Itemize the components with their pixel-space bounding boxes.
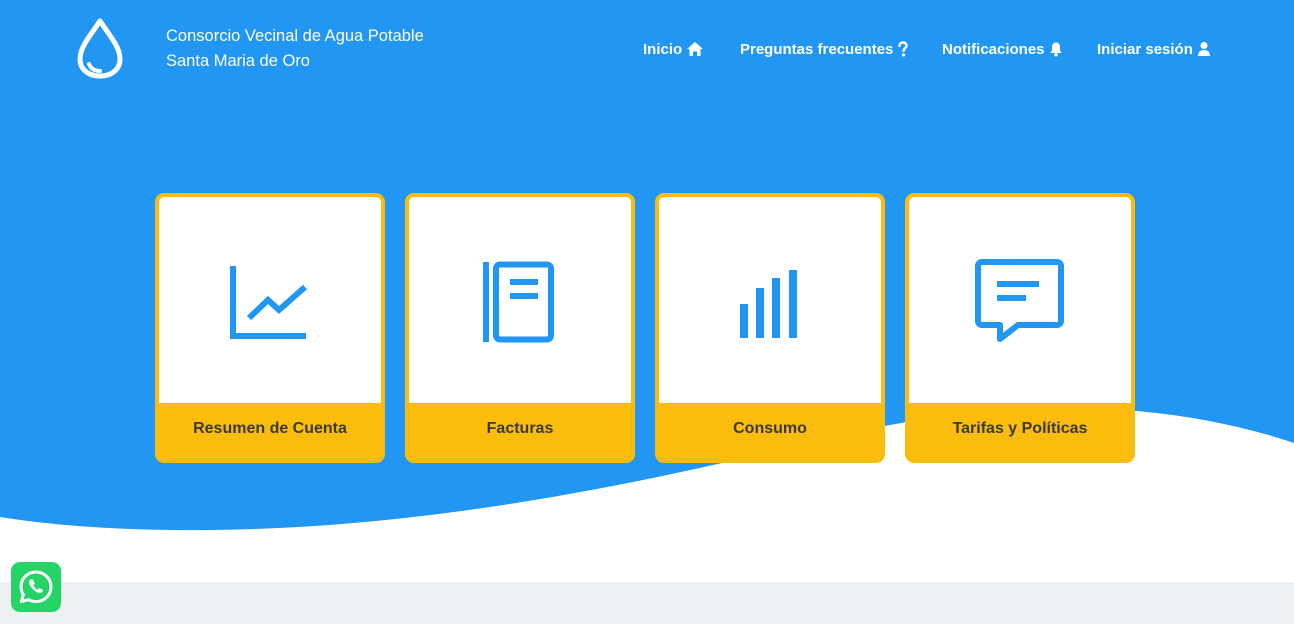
hero-section: Consorcio Vecinal de Agua Potable Santa … bbox=[0, 0, 1294, 582]
card-facturas[interactable]: Facturas bbox=[405, 193, 635, 463]
brand-line-2: Santa Maria de Oro bbox=[166, 52, 310, 70]
nav-notificaciones-label: Notificaciones bbox=[942, 40, 1045, 58]
nav-notificaciones[interactable]: Notificaciones bbox=[942, 38, 1063, 60]
site-brand: Consorcio Vecinal de Agua Potable Santa … bbox=[166, 24, 424, 74]
card-consumo[interactable]: Consumo bbox=[655, 193, 885, 463]
nav-inicio-label: Inicio bbox=[643, 40, 683, 58]
line-chart-icon bbox=[230, 266, 307, 339]
user-icon bbox=[1197, 42, 1210, 56]
card-label: Facturas bbox=[409, 403, 631, 459]
message-icon bbox=[975, 259, 1064, 342]
nav-preguntas-frecuentes[interactable]: Preguntas frecuentes bbox=[740, 38, 909, 60]
card-label: Resumen de Cuenta bbox=[159, 403, 381, 459]
nav-login-label: Iniciar sesión bbox=[1097, 40, 1193, 58]
water-drop-icon[interactable] bbox=[72, 16, 128, 80]
nav-iniciar-sesion[interactable]: Iniciar sesión bbox=[1097, 38, 1211, 60]
card-label: Tarifas y Políticas bbox=[909, 403, 1131, 459]
whatsapp-icon bbox=[19, 570, 53, 604]
card-resumen-de-cuenta[interactable]: Resumen de Cuenta bbox=[155, 193, 385, 463]
question-icon bbox=[898, 41, 909, 57]
nav-preguntas-label: Preguntas frecuentes bbox=[740, 40, 894, 58]
card-tarifas-y-politicas[interactable]: Tarifas y Políticas bbox=[905, 193, 1135, 463]
home-icon bbox=[687, 42, 704, 56]
whatsapp-button[interactable] bbox=[11, 562, 61, 612]
notebook-icon bbox=[483, 261, 554, 343]
card-label: Consumo bbox=[659, 403, 881, 459]
bell-icon bbox=[1049, 42, 1062, 57]
brand-line-1: Consorcio Vecinal de Agua Potable bbox=[166, 27, 424, 45]
nav-inicio[interactable]: Inicio bbox=[643, 38, 704, 60]
bar-chart-icon bbox=[740, 270, 797, 338]
